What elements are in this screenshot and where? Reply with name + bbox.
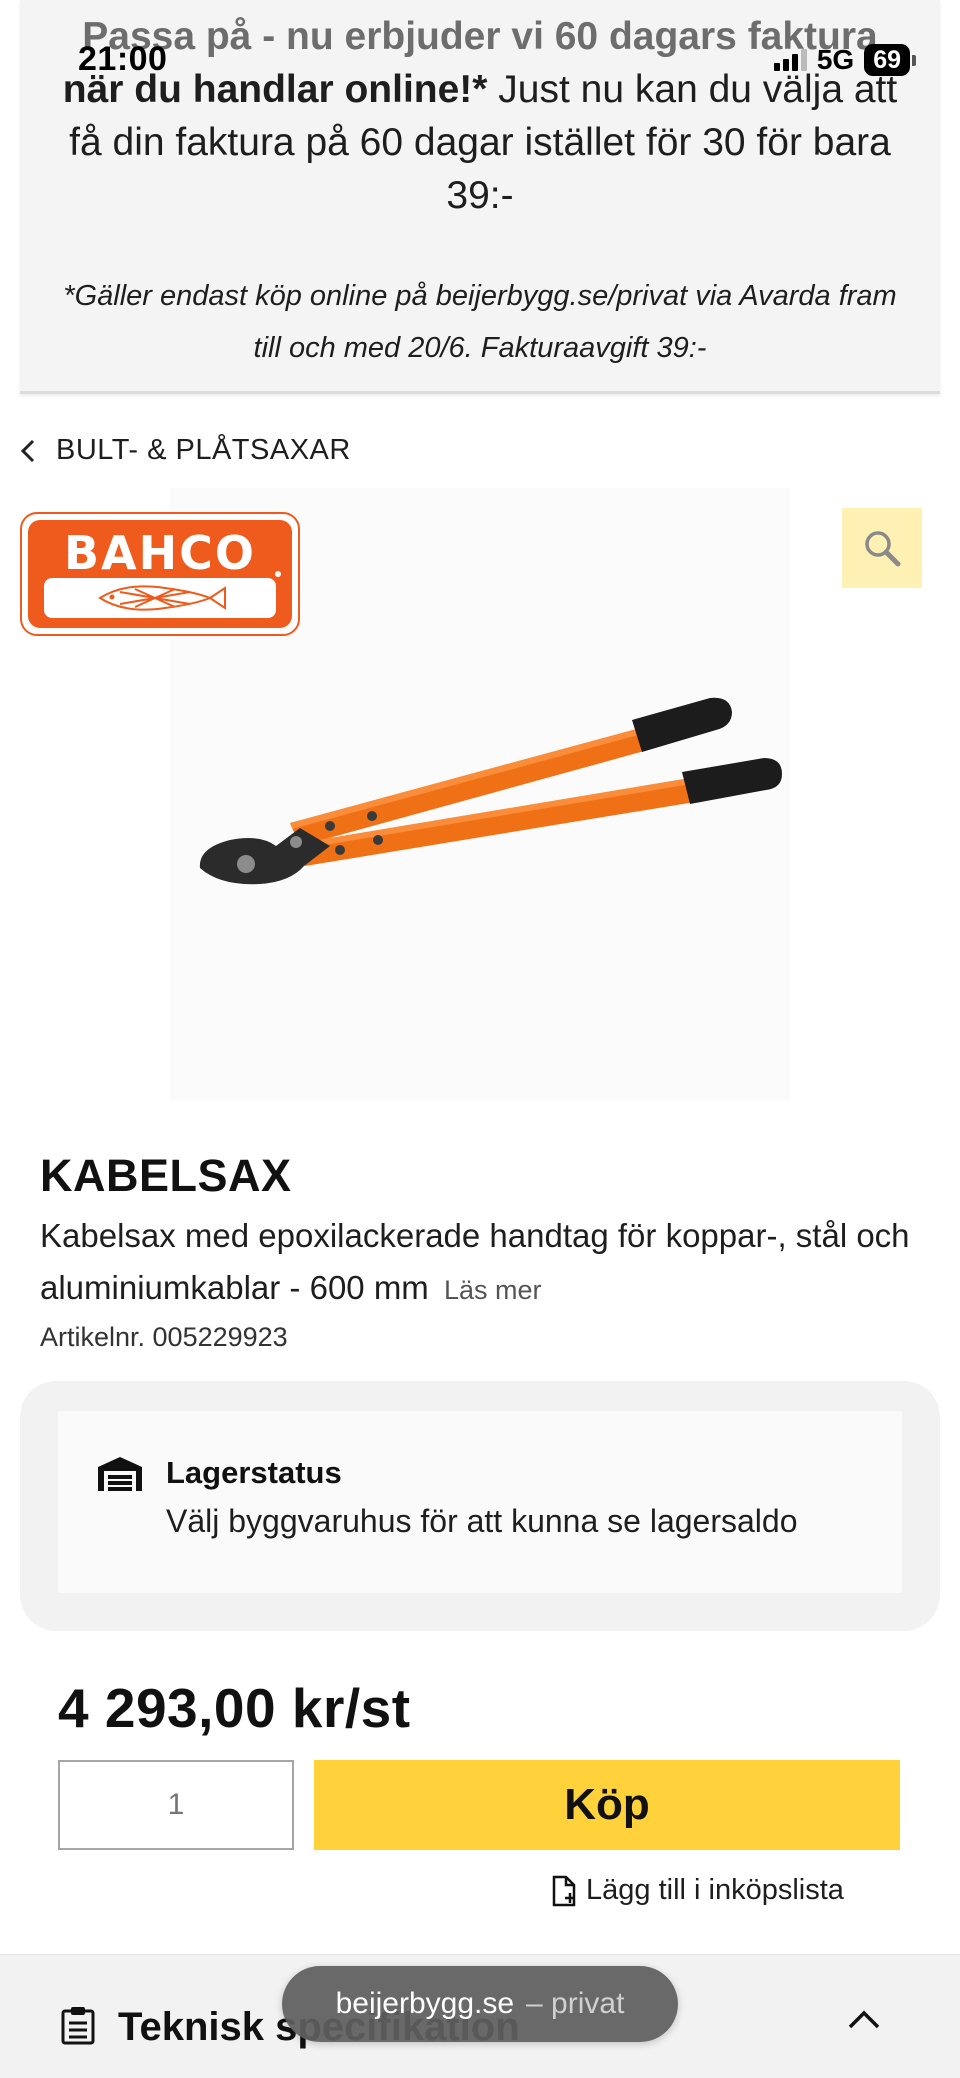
chevron-left-icon <box>20 439 35 462</box>
add-to-shopping-list[interactable]: Lägg till i inköpslista <box>550 1874 844 1907</box>
signal-icon <box>773 49 807 71</box>
shopping-list-label: Lägg till i inköpslista <box>586 1874 844 1906</box>
buy-button[interactable]: Köp <box>314 1760 900 1850</box>
svg-text:BAHCO: BAHCO <box>64 526 256 580</box>
breadcrumb-label: BULT- & PLÅTSAXAR <box>56 434 351 466</box>
product-price: 4 293,00 kr/st <box>58 1677 411 1739</box>
product-title: KABELSAX <box>40 1150 292 1201</box>
url-suffix: – privat <box>526 1987 625 2020</box>
status-time: 21:00 <box>78 40 168 78</box>
article-number: Artikelnr. 005229923 <box>40 1322 288 1352</box>
url-domain: beijerbygg.se <box>335 1987 515 2020</box>
breadcrumb[interactable]: BULT- & PLÅTSAXAR <box>20 434 351 467</box>
status-indicators: 5G 69 <box>773 44 916 76</box>
read-more-link[interactable]: Läs mer <box>444 1275 542 1305</box>
battery-icon: 69 <box>864 44 916 76</box>
product-gallery[interactable]: BAHCO <box>20 488 940 1108</box>
battery-level: 69 <box>864 44 910 76</box>
browser-url-pill[interactable]: beijerbygg.se – privat <box>282 1966 678 2042</box>
search-icon <box>865 531 901 567</box>
warehouse-icon <box>98 1457 142 1491</box>
bahco-logo: BAHCO <box>20 512 300 636</box>
cable-cutter-image <box>199 697 782 885</box>
stock-panel: Lagerstatus Välj byggvaruhus för att kun… <box>20 1381 940 1631</box>
stock-title: Lagerstatus <box>166 1455 342 1490</box>
promo-footnote: *Gäller endast köp online på beijerbygg.… <box>63 280 897 364</box>
quantity-input[interactable] <box>58 1760 294 1850</box>
clipboard-icon <box>61 2007 95 2045</box>
promo-text: Passa på - nu erbjuder vi 60 dagars fakt… <box>60 10 900 222</box>
stock-text: Välj byggvaruhus för att kunna se lagers… <box>166 1503 798 1539</box>
network-type: 5G <box>816 44 855 75</box>
promo-headline: Passa på - nu erbjuder vi 60 dagars fakt… <box>82 15 878 58</box>
add-document-icon <box>552 1875 576 1906</box>
stock-box[interactable]: Lagerstatus Välj byggvaruhus för att kun… <box>58 1411 902 1593</box>
product-description: Kabelsax med epoxilackerade handtag för … <box>40 1210 920 1316</box>
zoom-button[interactable] <box>842 508 922 588</box>
chevron-up-icon[interactable] <box>846 2007 882 2031</box>
